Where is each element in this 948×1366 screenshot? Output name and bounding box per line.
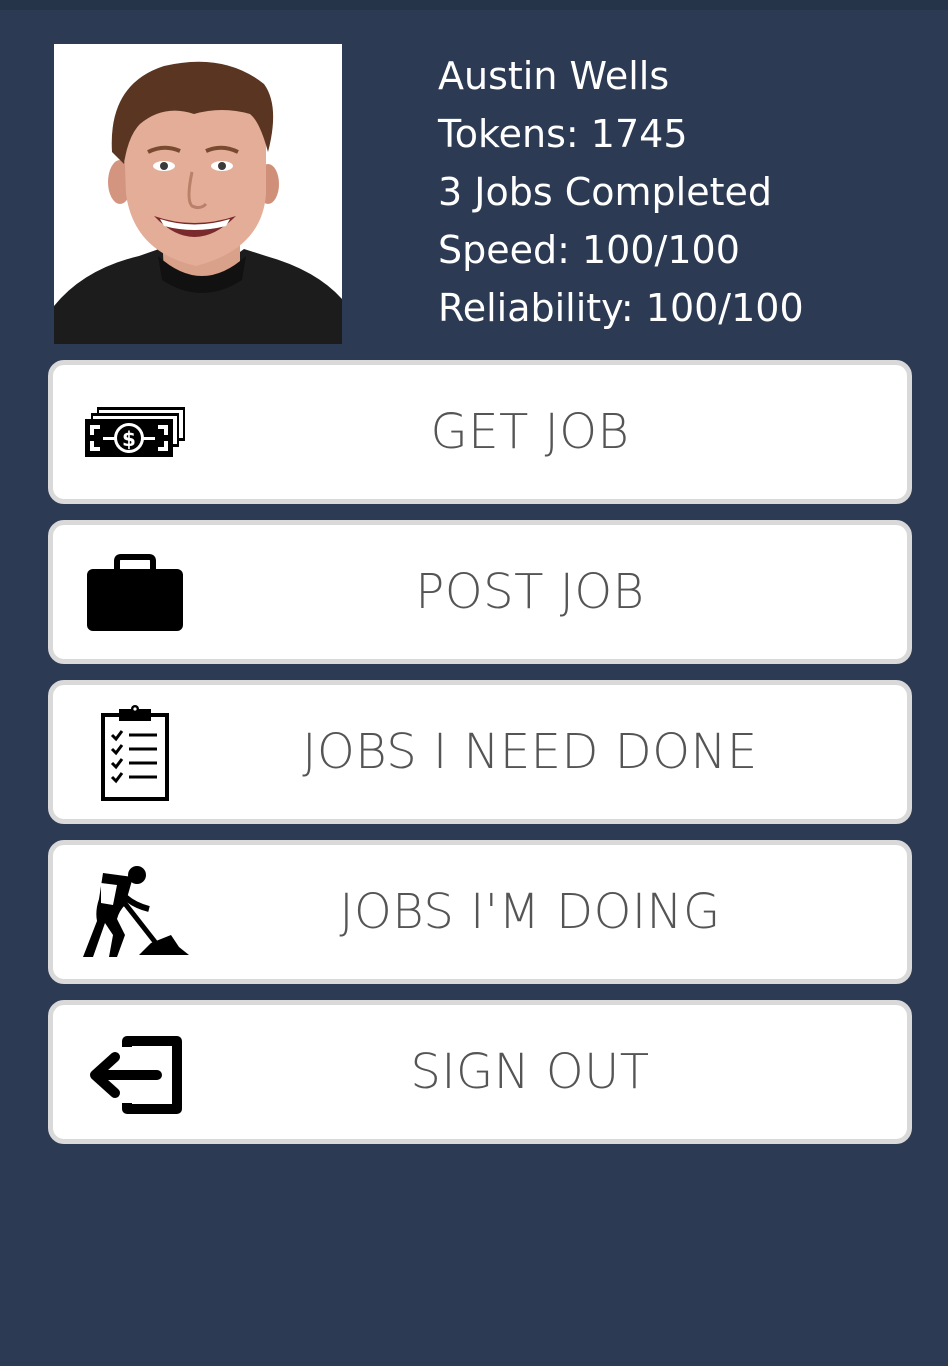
- profile-reliability: Reliability: 100/100: [438, 286, 804, 330]
- sign-out-icon: [79, 1025, 191, 1121]
- briefcase-icon: [79, 545, 191, 641]
- jobs-i-need-done-button[interactable]: JOBS I NEED DONE: [48, 680, 912, 824]
- jobs-im-doing-button[interactable]: JOBS I'M DOING: [48, 840, 912, 984]
- status-bar-strip: [0, 0, 948, 10]
- jobs-i-need-done-label: JOBS I NEED DONE: [302, 724, 758, 780]
- profile-jobs-completed: 3 Jobs Completed: [438, 170, 772, 214]
- svg-text:$: $: [122, 427, 136, 451]
- money-stack-icon: $: [79, 385, 191, 481]
- profile-info: Austin Wells Tokens: 1745 3 Jobs Complet…: [438, 47, 928, 337]
- sign-out-label: SIGN OUT: [410, 1044, 650, 1100]
- worker-shovel-icon: [79, 865, 191, 961]
- post-job-label: POST JOB: [415, 564, 645, 620]
- profile-speed: Speed: 100/100: [438, 228, 740, 272]
- avatar: [54, 44, 342, 344]
- profile-photo: [54, 44, 342, 344]
- main-screen: Austin Wells Tokens: 1745 3 Jobs Complet…: [0, 0, 948, 1366]
- get-job-label: GET JOB: [430, 404, 630, 460]
- main-menu: $ GET JOB POST JOB JOBS I NEED DONE JOBS…: [48, 360, 912, 1160]
- profile-name: Austin Wells: [438, 54, 670, 98]
- clipboard-checklist-icon: [79, 705, 191, 801]
- post-job-button[interactable]: POST JOB: [48, 520, 912, 664]
- sign-out-button[interactable]: SIGN OUT: [48, 1000, 912, 1144]
- profile-tokens: Tokens: 1745: [438, 112, 688, 156]
- get-job-button[interactable]: $ GET JOB: [48, 360, 912, 504]
- jobs-im-doing-label: JOBS I'M DOING: [339, 884, 721, 940]
